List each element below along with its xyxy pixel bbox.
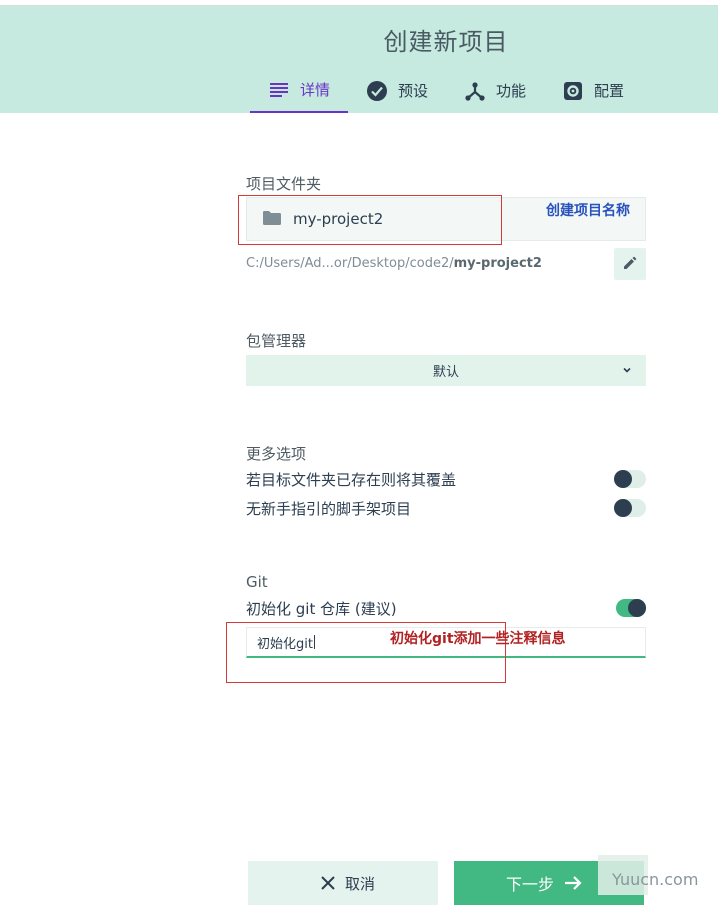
option-overwrite-label: 若目标文件夹已存在则将其覆盖 — [246, 470, 457, 489]
cancel-button[interactable]: 取消 — [248, 861, 438, 905]
toggle-knob — [614, 499, 632, 517]
package-manager-select[interactable]: 默认 — [246, 355, 646, 386]
edit-path-button[interactable] — [614, 248, 646, 280]
tab-label: 配置 — [594, 82, 625, 100]
toggle-knob — [628, 599, 646, 617]
project-folder-label: 项目文件夹 — [246, 175, 322, 193]
project-path-prefix: C:/Users/Ad...or/Desktop/code2/ — [246, 256, 454, 271]
annotation-git: 初始化git添加一些注释信息 — [390, 631, 566, 647]
tab-label: 详情 — [300, 81, 331, 99]
git-init-toggle[interactable] — [616, 599, 646, 617]
git-init-label: 初始化 git 仓库 (建议) — [246, 599, 397, 618]
git-init-row: 初始化 git 仓库 (建议) — [246, 595, 646, 621]
tab-label: 功能 — [496, 82, 527, 100]
gear-icon — [562, 80, 584, 102]
project-path-name: my-project2 — [453, 256, 542, 271]
tab-presets[interactable]: 预设 — [348, 68, 446, 113]
close-icon — [321, 876, 335, 890]
check-circle-icon — [366, 80, 388, 102]
arrow-right-icon — [564, 875, 582, 891]
annotation-project-name: 创建项目名称 — [546, 203, 630, 219]
option-overwrite-toggle[interactable] — [614, 470, 646, 488]
page-title: 创建新项目 — [383, 28, 509, 56]
option-bare-toggle[interactable] — [614, 499, 646, 517]
project-path: C:/Users/Ad...or/Desktop/code2/my-projec… — [246, 256, 542, 271]
list-icon — [268, 79, 290, 101]
next-label: 下一步 — [505, 875, 554, 894]
pencil-icon — [623, 255, 637, 274]
tab-label: 预设 — [398, 82, 429, 100]
annotation-box-project-name — [238, 195, 502, 245]
tab-features[interactable]: 功能 — [446, 68, 544, 113]
option-bare-row: 无新手指引的脚手架项目 — [246, 495, 646, 521]
option-bare-label: 无新手指引的脚手架项目 — [246, 499, 412, 518]
tab-bar: 详情 预设 功能 配置 — [250, 68, 642, 113]
package-manager-label: 包管理器 — [246, 332, 307, 350]
branch-icon — [464, 80, 486, 102]
tab-config[interactable]: 配置 — [544, 68, 642, 113]
cancel-label: 取消 — [344, 874, 375, 893]
package-manager-value: 默认 — [432, 365, 459, 380]
option-overwrite-row: 若目标文件夹已存在则将其覆盖 — [246, 466, 646, 492]
tab-details[interactable]: 详情 — [250, 68, 349, 113]
chevron-down-icon — [622, 364, 632, 379]
watermark: Yuucn.com — [612, 870, 699, 889]
header: 创建新项目 详情 预设 功能 配置 — [0, 6, 718, 113]
more-options-label: 更多选项 — [246, 445, 307, 463]
git-section-label: Git — [246, 573, 268, 591]
toggle-knob — [614, 470, 632, 488]
